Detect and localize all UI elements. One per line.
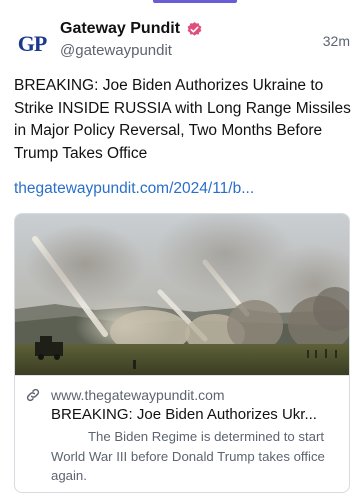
post-text: BREAKING: Joe Biden Authorizes Ukraine t… xyxy=(14,77,351,162)
card-image[interactable] xyxy=(15,214,349,375)
card-domain-row: www.thegatewaypundit.com xyxy=(25,386,339,404)
author-handle[interactable]: @gatewaypundit xyxy=(60,42,203,59)
card-description: The Biden Regime is determined to start … xyxy=(51,429,325,483)
missile-launch-photo-icon xyxy=(15,214,349,375)
post-header: GP Gateway Pundit @gatewaypundit 32m xyxy=(14,20,350,64)
avatar-logo-text: GP xyxy=(17,31,48,56)
card-meta[interactable]: www.thegatewaypundit.com BREAKING: Joe B… xyxy=(25,386,339,486)
link-icon xyxy=(26,388,40,402)
display-name[interactable]: Gateway Pundit xyxy=(60,20,180,38)
link-preview-card[interactable]: www.thegatewaypundit.com BREAKING: Joe B… xyxy=(14,213,350,493)
avatar[interactable]: GP xyxy=(14,26,50,62)
top-tab-indicator xyxy=(153,0,237,3)
verified-badge-icon xyxy=(187,21,202,36)
post-link[interactable]: thegatewaypundit.com/2024/11/b... xyxy=(14,180,254,198)
display-name-row: Gateway Pundit xyxy=(60,20,203,38)
post-timestamp: 32m xyxy=(322,33,350,49)
card-title: BREAKING: Joe Biden Authorizes Ukr... xyxy=(51,406,317,423)
card-domain: www.thegatewaypundit.com xyxy=(51,387,225,403)
card-divider xyxy=(15,375,349,376)
author-names: Gateway Pundit @gatewaypundit xyxy=(60,20,203,59)
